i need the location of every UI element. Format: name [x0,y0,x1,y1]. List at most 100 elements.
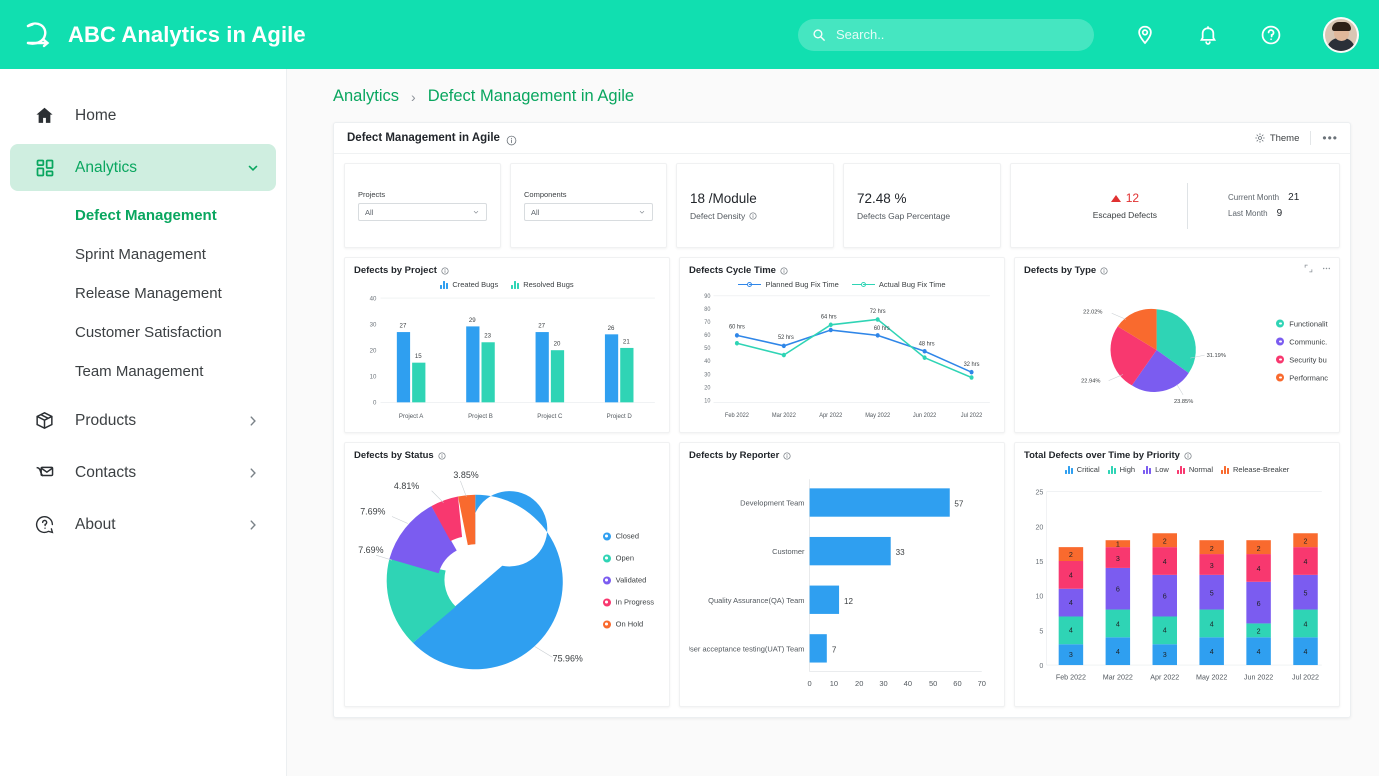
chart-defects-by-project[interactable]: 40 30 20 10 0 27 15 Project A 29 23 Proj… [354,289,660,425]
legend-item-closed[interactable]: Closed [602,532,654,541]
legend-item-in-progress[interactable]: In Progress [602,598,654,607]
dashboard-panel: Defect Management in Agile Theme ••• Pro… [333,122,1351,718]
svg-text:64 hrs: 64 hrs [821,314,837,320]
escaped-defects-value: 12 [1125,191,1140,205]
chevron-down-icon [473,210,479,214]
svg-text:50: 50 [929,679,937,688]
info-icon[interactable] [749,211,757,220]
notification-bell-icon[interactable] [1197,24,1219,46]
svg-text:25: 25 [1035,489,1043,497]
sidebar-item-products[interactable]: Products [10,397,276,444]
card-defects-by-reporter: Defects by Reporter 57 33 12 7 Developme… [679,442,1005,707]
trend-up-icon [1110,194,1121,202]
projects-select-value: All [365,207,374,217]
theme-button[interactable]: Theme [1255,133,1299,144]
last-month-row: Last Month 9 [1228,208,1299,219]
svg-text:4: 4 [1116,620,1120,628]
search-bar[interactable] [798,18,1094,51]
svg-text:3: 3 [1069,651,1073,659]
legend-item-actual-bug-fix-time[interactable]: Actual Bug Fix Time [851,280,946,289]
svg-text:User acceptance testing(UAT) T: User acceptance testing(UAT) Team [689,644,805,653]
card-title-text: Total Defects over Time by Priority [1024,450,1180,461]
bar-series-icon [440,280,449,289]
card-title-text: Defects by Project [354,265,437,276]
svg-text:26: 26 [608,325,615,332]
legend-item-open[interactable]: Open [602,554,654,563]
svg-text:40: 40 [704,359,710,365]
chart-defects-cycle-time[interactable]: 90 80 70 60 50 40 30 20 10 60 hrs 52 hrs… [689,289,995,425]
info-icon[interactable] [441,266,449,275]
expand-icon[interactable] [1304,264,1313,273]
chevron-right-icon-products[interactable] [246,414,260,428]
sidebar-item-team-management[interactable]: Team Management [0,352,286,391]
sidebar-item-analytics[interactable]: Analytics [10,144,276,191]
breadcrumb-current[interactable]: Defect Management in Agile [428,87,634,106]
sidebar-item-contacts[interactable]: Contacts [10,449,276,496]
legend-item-resolved-bugs[interactable]: Resolved Bugs [511,280,574,289]
legend-item-high[interactable]: High [1107,465,1135,474]
legend-item-performance[interactable]: Performanc [1276,373,1328,382]
sidebar-item-sprint-management[interactable]: Sprint Management [0,235,286,274]
svg-text:2: 2 [1069,551,1073,559]
avatar[interactable] [1323,16,1359,53]
info-icon[interactable] [438,451,446,460]
sidebar-item-home[interactable]: Home [10,92,276,139]
grid-icon [32,155,57,180]
chart-defects-by-status[interactable]: 3.85% 4.81% 7.69% 7.69% 75.96% Closed Op… [354,461,660,699]
help-circle-icon[interactable] [1260,24,1282,46]
chart-defects-by-reporter[interactable]: 57 33 12 7 Development Team Customer Qua… [685,461,995,699]
svg-text:4: 4 [1163,626,1167,634]
palette-icon [1255,133,1265,143]
legend-label: Actual Bug Fix Time [878,280,946,289]
legend-swatch [602,576,611,584]
defects-gap-value: 72.48 % [857,190,907,206]
card-title-defects-by-reporter: Defects by Reporter [689,450,995,461]
sidebar-item-defect-management[interactable]: Defect Management [0,196,286,235]
info-icon[interactable] [506,133,517,145]
svg-text:40: 40 [904,679,912,688]
search-input[interactable] [836,27,1080,42]
svg-text:15: 15 [1035,558,1043,566]
header-divider [1310,131,1312,145]
chevron-right-icon-about[interactable] [246,518,260,532]
panel-header: Defect Management in Agile Theme ••• [334,123,1350,154]
legend-item-planned-bug-fix-time[interactable]: Planned Bug Fix Time [738,280,839,289]
legend-item-validated[interactable]: Validated [602,576,654,585]
svg-text:Apr 2022: Apr 2022 [819,413,843,419]
chart-total-defects-priority[interactable]: 25 20 15 10 50 3 4 4 4 2 4 4 6 3 1 3 4 6… [1024,474,1330,699]
info-icon[interactable] [1184,451,1192,460]
legend-swatch [602,620,611,628]
chevron-right-icon-contacts[interactable] [246,466,260,480]
legend-item-critical[interactable]: Critical [1064,465,1100,474]
breadcrumb-root[interactable]: Analytics [333,87,399,106]
legend-item-security-bug[interactable]: Security bu [1276,355,1328,364]
legend-item-normal[interactable]: Normal [1176,465,1213,474]
kpi-projects-filter: Projects All [344,163,501,248]
panel-more-button[interactable]: ••• [1322,131,1338,145]
legend-item-functionality[interactable]: Functionalit [1276,319,1328,328]
legend-item-communication[interactable]: Communic. [1276,337,1328,346]
projects-select[interactable]: All [358,203,487,221]
chevron-down-icon[interactable] [246,161,260,175]
components-select[interactable]: All [524,203,653,221]
svg-text:60 hrs: 60 hrs [729,324,745,330]
info-icon[interactable] [1100,266,1108,275]
sidebar-item-about[interactable]: About [10,501,276,548]
legend-item-created-bugs[interactable]: Created Bugs [440,280,498,289]
more-options-icon[interactable] [1322,264,1331,273]
chart-defects-by-type[interactable]: 31.19% 23.85% 22.94% 22.02% Functionalit… [1024,276,1330,425]
svg-text:12: 12 [844,597,854,606]
legend-item-low[interactable]: Low [1143,465,1169,474]
info-icon[interactable] [780,266,788,275]
svg-text:4: 4 [1257,565,1261,573]
bar-series-icon [1143,465,1152,474]
sidebar-item-label-home: Home [75,106,117,124]
svg-text:90: 90 [704,294,710,300]
info-icon[interactable] [783,451,791,460]
legend-item-on-hold[interactable]: On Hold [602,620,654,629]
sidebar-item-release-management[interactable]: Release Management [0,274,286,313]
sidebar-item-customer-satisfaction[interactable]: Customer Satisfaction [0,313,286,352]
sidebar-item-label-about: About [75,515,116,533]
location-pin-icon[interactable] [1134,24,1156,46]
legend-item-release-breaker[interactable]: Release-Breaker [1221,465,1289,474]
